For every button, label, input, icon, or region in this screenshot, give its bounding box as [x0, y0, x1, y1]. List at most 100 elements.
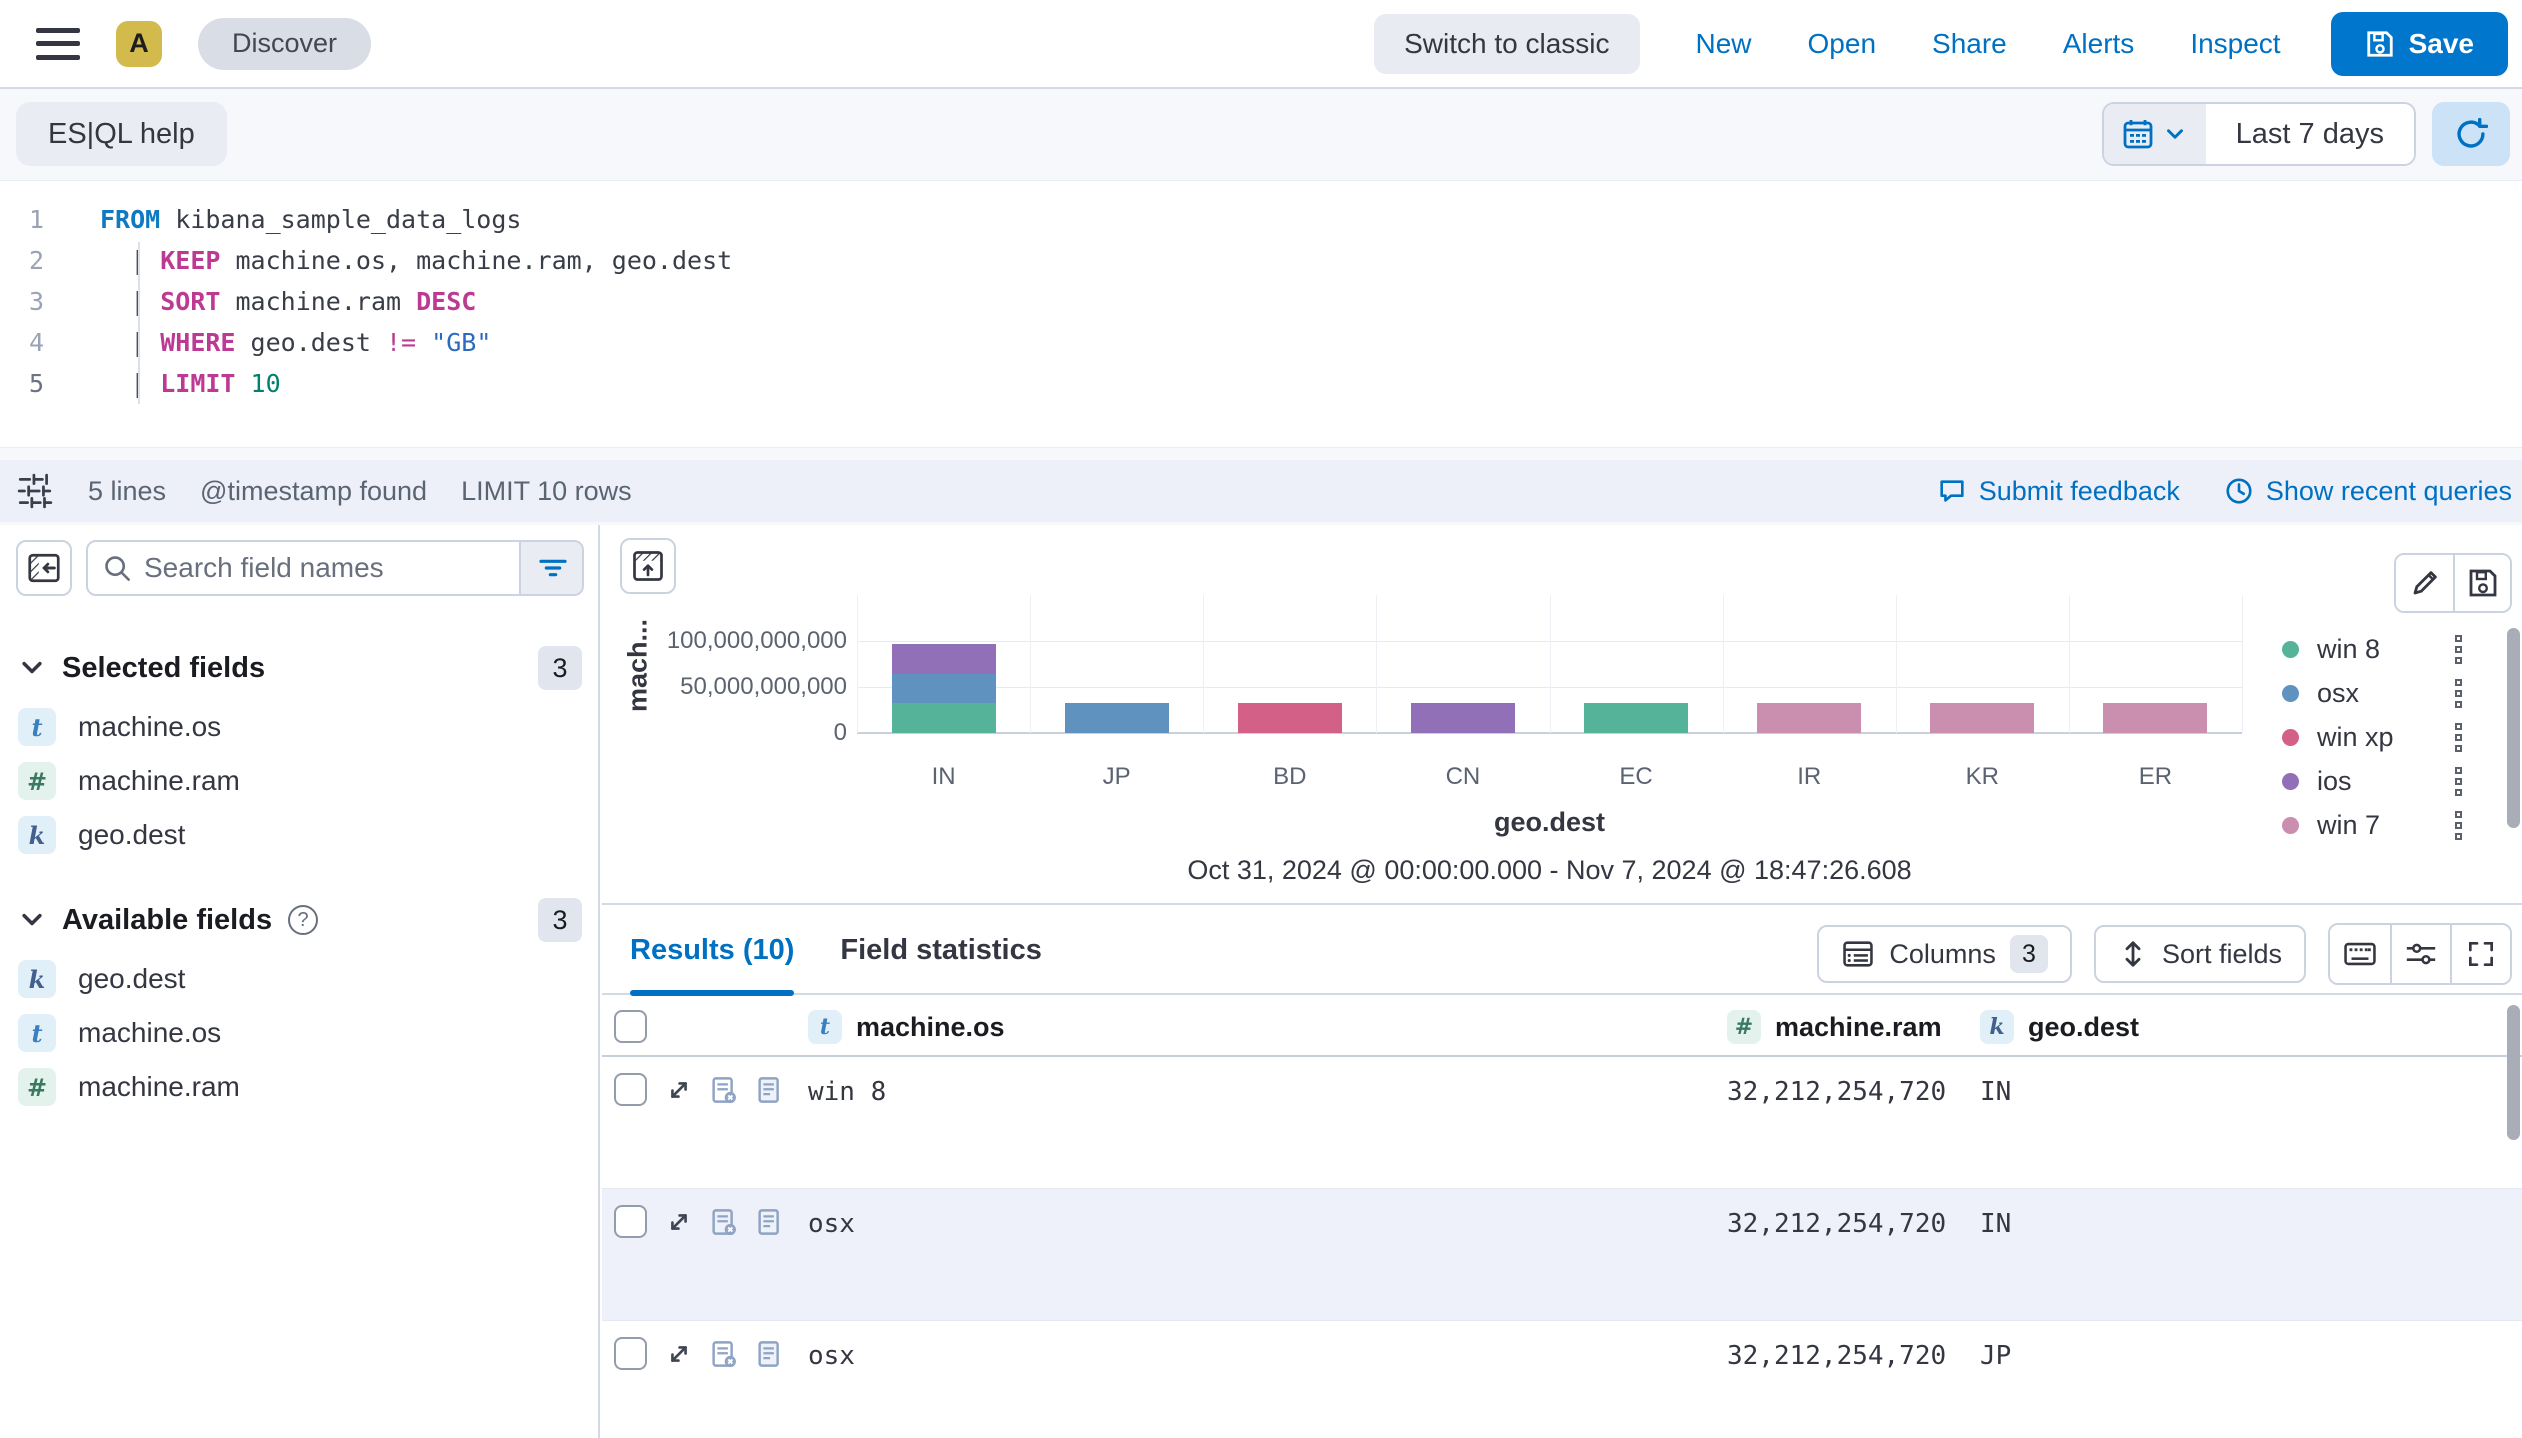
show-recent-queries-link[interactable]: Show recent queries — [2224, 476, 2512, 507]
field-item-machine.os[interactable]: tmachine.os — [16, 700, 584, 754]
row-checkbox[interactable] — [614, 1337, 647, 1370]
remove-document-icon[interactable] — [708, 1075, 738, 1110]
bar-chart-plot[interactable] — [857, 595, 2242, 733]
legend-color-dot — [2282, 817, 2299, 834]
submit-feedback-link[interactable]: Submit feedback — [1937, 476, 2180, 507]
cell-machine.os: win 8 — [808, 1077, 886, 1107]
save-button[interactable]: Save — [2331, 12, 2508, 76]
histogram-panel: mach... 050,000,000,000100,000,000,000 I… — [602, 525, 2522, 905]
bar-segment-CN-ios[interactable] — [1411, 703, 1515, 733]
select-all-checkbox[interactable] — [614, 1010, 647, 1043]
search-field-names-input[interactable] — [144, 552, 505, 584]
chart-scrollbar-thumb[interactable] — [2507, 628, 2520, 828]
expand-row-icon[interactable] — [664, 1075, 694, 1110]
menu-hamburger-button[interactable] — [36, 26, 80, 62]
top-navigation-bar: A Discover Switch to classic New Open Shar… — [0, 0, 2522, 89]
nav-link-new[interactable]: New — [1696, 28, 1752, 60]
legend-item-win-7[interactable]: win 7 — [2282, 811, 2502, 839]
nav-link-open[interactable]: Open — [1808, 28, 1877, 60]
editor-line[interactable]: 3 | SORT machine.ram DESC — [0, 281, 2522, 322]
bar-segment-EC-win-8[interactable] — [1584, 703, 1688, 733]
editor-settings-icon[interactable] — [16, 472, 54, 510]
expand-row-icon[interactable] — [664, 1339, 694, 1374]
legend-item-ios[interactable]: ios — [2282, 767, 2502, 795]
remove-document-icon[interactable] — [708, 1339, 738, 1374]
view-document-icon[interactable] — [754, 1207, 784, 1242]
bar-segment-IN-ios[interactable] — [892, 644, 996, 674]
legend-options-icon[interactable] — [2455, 723, 2502, 752]
field-section-header-available-fields[interactable]: Available fields?3 — [18, 898, 582, 942]
legend-options-icon[interactable] — [2455, 679, 2502, 708]
table-row[interactable]: osx32,212,254,720IN — [602, 1189, 2522, 1321]
view-document-icon[interactable] — [754, 1339, 784, 1374]
esql-help-button[interactable]: ES|QL help — [16, 102, 227, 166]
bar-segment-IN-win-8[interactable] — [892, 703, 996, 733]
editor-line[interactable]: 5 | LIMIT 10 — [0, 363, 2522, 404]
hide-chart-panel-button[interactable] — [620, 538, 676, 594]
refresh-button[interactable] — [2432, 102, 2510, 166]
field-section-title: Available fields — [62, 904, 272, 937]
esql-editor[interactable]: 1FROM kibana_sample_data_logs2 | KEEP ma… — [0, 180, 2522, 448]
switch-to-classic-button[interactable]: Switch to classic — [1374, 14, 1639, 74]
results-scrollbar-thumb[interactable] — [2507, 1005, 2520, 1140]
display-options-button[interactable] — [2390, 925, 2450, 983]
nav-link-inspect[interactable]: Inspect — [2190, 28, 2280, 60]
save-visualization-button[interactable] — [2453, 555, 2510, 611]
view-document-icon[interactable] — [754, 1075, 784, 1110]
legend-item-win-xp[interactable]: win xp — [2282, 723, 2502, 751]
field-item-machine.os[interactable]: tmachine.os — [16, 1006, 584, 1060]
bar-segment-ER-win-7[interactable] — [2103, 703, 2207, 733]
editor-line[interactable]: 4 | WHERE geo.dest != "GB" — [0, 322, 2522, 363]
column-header-machine.ram[interactable]: #machine.ram — [1727, 997, 1942, 1057]
tab-field-statistics[interactable]: Field statistics — [840, 905, 1041, 995]
legend-item-win-8[interactable]: win 8 — [2282, 635, 2502, 663]
help-icon[interactable]: ? — [288, 905, 318, 935]
sort-fields-button[interactable]: Sort fields — [2094, 925, 2306, 983]
keyboard-shortcuts-button[interactable] — [2330, 925, 2390, 983]
avatar[interactable]: A — [116, 21, 162, 67]
bar-segment-JP-osx[interactable] — [1065, 703, 1169, 733]
bar-segment-KR-win-7[interactable] — [1930, 703, 2034, 733]
legend-item-osx[interactable]: osx — [2282, 679, 2502, 707]
nav-link-alerts[interactable]: Alerts — [2063, 28, 2135, 60]
fullscreen-button[interactable] — [2450, 925, 2510, 983]
breadcrumb[interactable]: Discover — [198, 18, 371, 70]
field-item-geo.dest[interactable]: kgeo.dest — [16, 808, 584, 862]
columns-button[interactable]: Columns 3 — [1817, 925, 2072, 983]
nav-link-share[interactable]: Share — [1932, 28, 2007, 60]
field-item-machine.ram[interactable]: #machine.ram — [16, 1060, 584, 1114]
column-header-geo.dest[interactable]: kgeo.dest — [1980, 997, 2139, 1057]
field-filter-button[interactable]: 0 — [519, 542, 584, 594]
column-name: machine.ram — [1775, 1012, 1942, 1043]
field-name: machine.ram — [78, 765, 240, 797]
expand-row-icon[interactable] — [664, 1207, 694, 1242]
field-name: machine.ram — [78, 1071, 240, 1103]
legend-options-icon[interactable] — [2455, 767, 2502, 796]
editor-line[interactable]: 1FROM kibana_sample_data_logs — [0, 199, 2522, 240]
remove-document-icon[interactable] — [708, 1207, 738, 1242]
sliders-icon — [2404, 937, 2438, 971]
y-axis-tick: 0 — [834, 719, 847, 747]
column-header-machine.os[interactable]: tmachine.os — [808, 997, 1005, 1057]
collapse-sidebar-button[interactable] — [16, 540, 72, 596]
edit-visualization-button[interactable] — [2396, 555, 2453, 611]
row-checkbox[interactable] — [614, 1205, 647, 1238]
header-nav-links: New Open Share Alerts Inspect — [1696, 28, 2281, 60]
legend-options-icon[interactable] — [2455, 635, 2502, 664]
sort-icon — [2118, 939, 2148, 969]
bar-segment-BD-win-xp[interactable] — [1238, 703, 1342, 733]
tab-results-10-[interactable]: Results (10) — [630, 905, 794, 995]
legend-options-icon[interactable] — [2455, 811, 2502, 840]
date-picker-calendar-button[interactable] — [2104, 104, 2206, 164]
field-item-geo.dest[interactable]: kgeo.dest — [16, 952, 584, 1006]
field-section-header-selected-fields[interactable]: Selected fields3 — [18, 646, 582, 690]
bar-segment-IN-osx[interactable] — [892, 674, 996, 704]
bar-segment-IR-win-7[interactable] — [1757, 703, 1861, 733]
date-picker-range[interactable]: Last 7 days — [2206, 104, 2414, 164]
table-row[interactable]: osx32,212,254,720JP — [602, 1321, 2522, 1438]
table-row[interactable]: win 832,212,254,720IN — [602, 1057, 2522, 1189]
row-checkbox[interactable] — [614, 1073, 647, 1106]
editor-line[interactable]: 2 | KEEP machine.os, machine.ram, geo.de… — [0, 240, 2522, 281]
legend-color-dot — [2282, 685, 2299, 702]
field-item-machine.ram[interactable]: #machine.ram — [16, 754, 584, 808]
